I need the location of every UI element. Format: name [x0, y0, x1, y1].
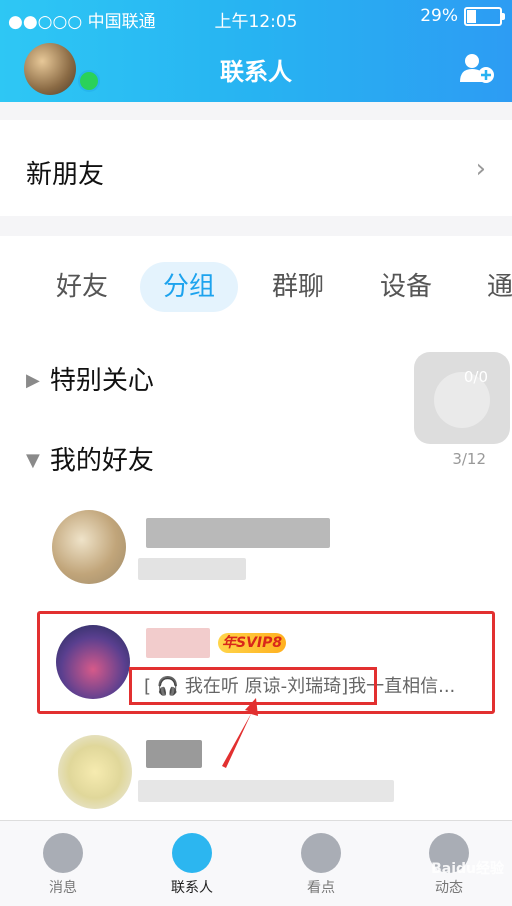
- annotation-arrow: [222, 698, 258, 768]
- contacts-icon: [172, 833, 212, 873]
- tabbar-label: 消息: [49, 880, 77, 896]
- tabbar-contacts[interactable]: 联系人: [147, 821, 237, 897]
- message-icon: [43, 833, 83, 873]
- tabbar-label: 看点: [307, 880, 335, 896]
- eye-icon: [301, 833, 341, 873]
- tabbar-discover[interactable]: 看点: [276, 821, 366, 897]
- tabbar-label: 动态: [435, 880, 463, 896]
- tabbar-messages[interactable]: 消息: [18, 821, 108, 897]
- tabbar-label: 联系人: [171, 880, 213, 896]
- watermark: Baidu经验: [431, 861, 504, 877]
